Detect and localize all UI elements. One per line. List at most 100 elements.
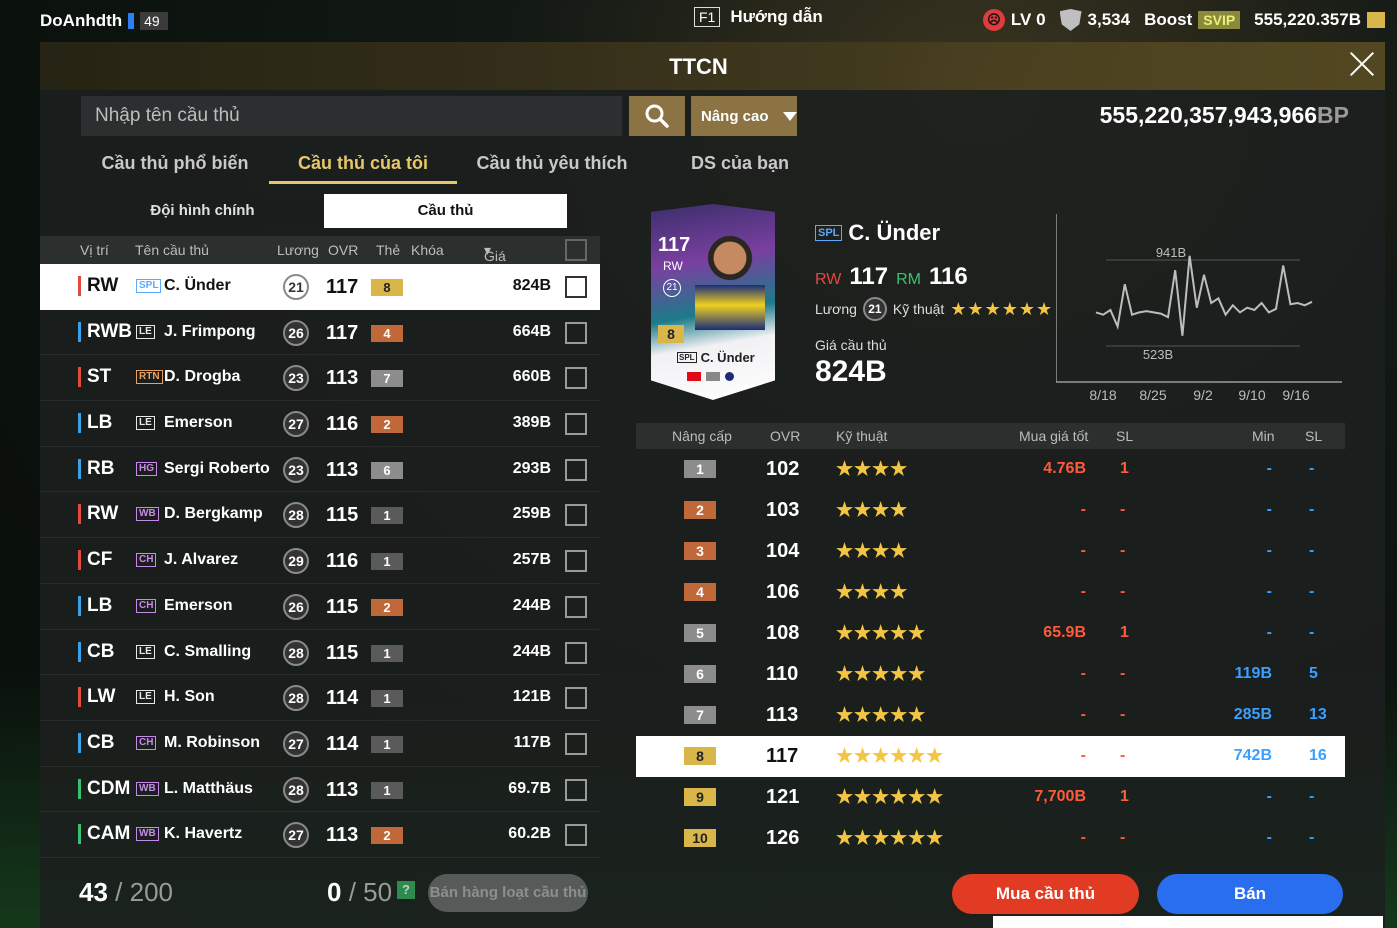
level-stars: ★★★★★★	[836, 746, 945, 767]
table-row[interactable]: LW LE H. Son 28 114 1 121B	[40, 675, 600, 721]
help-icon[interactable]: ?	[397, 881, 415, 899]
row-checkbox[interactable]	[565, 687, 587, 710]
row-checkbox[interactable]	[565, 321, 587, 344]
level-badge: 7	[684, 706, 716, 724]
user-info: DoAnhdth 49	[40, 11, 168, 31]
row-checkbox[interactable]	[565, 778, 587, 801]
table-row[interactable]: CF CH J. Alvarez 29 116 1 257B	[40, 538, 600, 584]
table-row[interactable]: LB LE Emerson 27 116 2 389B	[40, 401, 600, 447]
header-lock[interactable]: Khóa	[411, 242, 444, 258]
tab-popular-players[interactable]: Cầu thủ phổ biến	[81, 148, 269, 184]
level-min-qty: -	[1309, 829, 1315, 846]
select-all-checkbox[interactable]	[565, 239, 587, 261]
level-row[interactable]: 1 102 ★★★★ 4.76B 1 - -	[636, 449, 1345, 490]
level-best-buy: 65.9B	[1043, 624, 1086, 641]
level-row[interactable]: 6 110 ★★★★★ - - 119B 5	[636, 654, 1345, 695]
guide-label: Hướng dẫn	[730, 7, 823, 26]
row-checkbox[interactable]	[565, 641, 587, 664]
player-position: CDM	[78, 778, 130, 799]
player-ovr: 116	[326, 550, 359, 573]
bulk-sell-button[interactable]: Bán hàng loạt cầu thủ	[428, 874, 588, 912]
header-wage[interactable]: Lương	[277, 242, 319, 258]
row-checkbox[interactable]	[565, 458, 587, 481]
level-badge: 4	[684, 583, 716, 601]
detail-name-text: C. Ünder	[848, 220, 941, 245]
level-row[interactable]: 3 104 ★★★★ - - - -	[636, 531, 1345, 572]
header-ovr[interactable]: OVR	[328, 242, 358, 258]
row-checkbox[interactable]	[565, 550, 587, 573]
bp-short-value: 555,220.357B	[1254, 10, 1361, 29]
level-ovr: 121	[766, 786, 800, 808]
player-wage: 27	[283, 411, 309, 438]
season-badge: WB	[136, 781, 159, 796]
player-name: H. Son	[164, 688, 215, 706]
table-row[interactable]: CAM WB K. Havertz 27 113 2 60.2B	[40, 812, 600, 858]
row-checkbox[interactable]	[565, 367, 587, 390]
chart-x-tick-label: 9/10	[1238, 387, 1265, 403]
player-wage: 23	[283, 456, 309, 483]
level-row[interactable]: 5 108 ★★★★★ 65.9B 1 - -	[636, 613, 1345, 654]
player-card: 117 RW 21 8 SPL C. Ünder	[651, 204, 775, 400]
level-buy-qty: 1	[1120, 624, 1129, 641]
level-best-buy: -	[1080, 501, 1086, 518]
search-button[interactable]	[629, 96, 685, 136]
row-checkbox[interactable]	[565, 732, 587, 755]
player-price: 389B	[512, 414, 551, 432]
table-row[interactable]: RW SPL C. Ünder 21 117 8 824B	[40, 264, 600, 310]
row-checkbox[interactable]	[565, 595, 587, 618]
tab-my-players[interactable]: Cầu thủ của tôi	[269, 148, 457, 184]
table-row[interactable]: CB LE C. Smalling 28 115 1 244B	[40, 630, 600, 676]
boost-stat[interactable]: Boost SVIP	[1144, 10, 1241, 30]
guide-button[interactable]: F1 Hướng dẫn	[694, 7, 823, 27]
detail-wage-skill: Lương 21 Kỹ thuật ★★★★★★	[815, 297, 1053, 321]
header-level: Nâng cấp	[672, 428, 732, 444]
player-grade: 1	[371, 553, 403, 571]
subtab-players[interactable]: Cầu thủ	[324, 194, 567, 228]
level-buy-qty: -	[1120, 542, 1126, 559]
level-row[interactable]: 10 126 ★★★★★★ - - - -	[636, 818, 1345, 859]
level-row[interactable]: 2 103 ★★★★ - - - -	[636, 490, 1345, 531]
header-position[interactable]: Vị trí	[80, 242, 109, 258]
row-checkbox[interactable]	[565, 276, 587, 298]
table-row[interactable]: LB CH Emerson 26 115 2 244B	[40, 584, 600, 630]
row-checkbox[interactable]	[565, 504, 587, 527]
table-row[interactable]: CDM WB L. Matthäus 28 113 1 69.7B	[40, 767, 600, 813]
tab-your-list[interactable]: DS của bạn	[647, 148, 833, 184]
player-wage: 21	[283, 274, 309, 300]
level-row[interactable]: 8 117 ★★★★★★ - - 742B 16	[636, 736, 1345, 777]
player-position: RB	[78, 458, 114, 479]
chart-max-label: 941B	[1156, 245, 1186, 260]
subtab-main-squad[interactable]: Đội hình chính	[81, 194, 324, 228]
lv-stat: ☹ LV 0	[982, 9, 1046, 31]
level-row[interactable]: 7 113 ★★★★★ - - 285B 13	[636, 695, 1345, 736]
level-row[interactable]: 4 106 ★★★★ - - - -	[636, 572, 1345, 613]
buy-player-button[interactable]: Mua cầu thủ	[952, 874, 1139, 914]
table-row[interactable]: ST RTN D. Drogba 23 113 7 660B	[40, 355, 600, 402]
close-icon[interactable]	[1346, 48, 1378, 80]
detail-position-ratings: RW 117 RM 116	[815, 263, 968, 291]
boost-label: Boost	[1144, 10, 1193, 29]
table-row[interactable]: RWB LE J. Frimpong 26 117 4 664B	[40, 310, 600, 356]
header-price[interactable]: Giá cầu thủ ▾	[484, 242, 507, 296]
header-grade[interactable]: Thẻ	[376, 242, 400, 258]
level-min-price: -	[1266, 788, 1272, 805]
card-player-name: C. Ünder	[700, 350, 755, 365]
season-badge: WB	[136, 507, 159, 522]
header-level-ovr: OVR	[770, 428, 801, 444]
level-min-qty: -	[1309, 542, 1315, 559]
row-checkbox[interactable]	[565, 824, 587, 847]
header-name[interactable]: Tên cầu thủ	[135, 242, 209, 258]
level-ovr: 103	[766, 499, 800, 521]
player-name: K. Havertz	[164, 825, 243, 843]
table-row[interactable]: RB HG Sergi Roberto 23 113 6 293B	[40, 447, 600, 493]
table-row[interactable]: RW WB D. Bergkamp 28 115 1 259B	[40, 492, 600, 539]
player-grade: 2	[371, 827, 403, 845]
row-checkbox[interactable]	[565, 413, 587, 436]
table-row[interactable]: CB CH M. Robinson 27 114 1 117B	[40, 721, 600, 767]
sell-button[interactable]: Bán	[1157, 874, 1343, 914]
search-input[interactable]	[81, 96, 622, 136]
level-row[interactable]: 9 121 ★★★★★★ 7,700B 1 - -	[636, 777, 1345, 818]
advanced-filter-dropdown[interactable]: Nâng cao	[691, 96, 797, 136]
tab-favorite-players[interactable]: Cầu thủ yêu thích	[457, 148, 647, 184]
detail-ovr2: 116	[928, 263, 968, 290]
